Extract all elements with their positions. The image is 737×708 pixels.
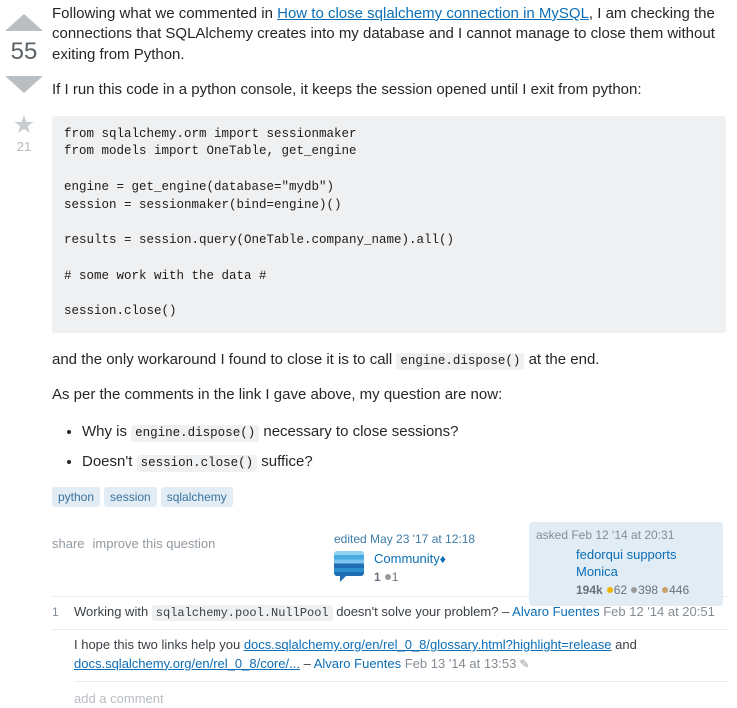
comment-link-core[interactable]: docs.sqlalchemy.org/en/rel_0_8/core/... xyxy=(74,656,300,671)
post-menu: share improve this question xyxy=(52,536,223,553)
editor-signature: edited May 23 '17 at 12:18 Community♦ 11 xyxy=(334,532,528,586)
gold-badge-dot-icon xyxy=(606,586,613,593)
question-post: 55 ★ 21 Following what we commented in H… xyxy=(0,0,737,708)
asker-silver-count: 398 xyxy=(638,582,659,597)
comment-row: I hope this two links help you docs.sqla… xyxy=(52,628,729,681)
inline-code-engine-dispose: engine.dispose() xyxy=(396,352,525,370)
tag-python[interactable]: python xyxy=(52,486,101,507)
paragraph-questions-lead: As per the comments in the link I gave a… xyxy=(52,386,503,404)
asker-reputation: 194k 62 398 446 xyxy=(576,583,716,599)
vote-column: 55 ★ 21 xyxy=(0,0,48,156)
post-footer: share improve this question edited May 23… xyxy=(52,521,726,606)
improve-question-button[interactable]: improve this question xyxy=(93,536,216,551)
share-button[interactable]: share xyxy=(52,536,85,551)
silver-badge-dot-icon xyxy=(631,586,638,593)
comment-timestamp: Feb 13 '14 at 13:53 xyxy=(401,655,517,671)
asker-rep-value: 194k xyxy=(576,582,603,597)
moderator-diamond-icon: ♦ xyxy=(439,552,446,567)
tag-sqlalchemy[interactable]: sqlalchemy xyxy=(160,486,233,507)
list-item: Why is engine.dispose() necessary to clo… xyxy=(82,421,726,443)
related-question-link[interactable]: How to close sqlalchemy connection in My… xyxy=(277,5,589,22)
tag-session[interactable]: session xyxy=(104,486,157,507)
comment-text-before: I hope this two links help you xyxy=(74,636,244,652)
comment-dash: – xyxy=(502,603,513,619)
workaround-text-after: at the end. xyxy=(524,350,600,368)
comment-text-after: doesn't solve your problem? xyxy=(332,603,503,619)
inline-code-session-close: session.close() xyxy=(136,455,258,473)
editor-rep-value: 1 xyxy=(374,570,381,585)
edited-timestamp: edited May 23 '17 at 12:18 xyxy=(334,531,476,546)
asker-username[interactable]: fedorqui supports Monica xyxy=(576,547,676,579)
editor-username[interactable]: Community xyxy=(374,551,440,566)
comment-author[interactable]: Alvaro Fuentes xyxy=(512,604,599,619)
bullet-text-before: Why is xyxy=(82,422,132,440)
editor-silver-count: 1 xyxy=(391,570,399,585)
bullet-text-after: suffice? xyxy=(257,453,313,471)
comment-link-glossary[interactable]: docs.sqlalchemy.org/en/rel_0_8/glossary.… xyxy=(244,637,612,652)
editor-badges: 1 xyxy=(381,570,399,585)
workaround-text-before: and the only workaround I found to close… xyxy=(52,350,397,368)
edit-pencil-icon[interactable]: ✎ xyxy=(519,657,529,671)
silver-badge-dot-icon xyxy=(384,574,391,581)
favorite-count: 21 xyxy=(16,139,32,155)
upvote-arrow-icon[interactable] xyxy=(5,14,43,31)
asked-timestamp: asked Feb 12 '14 at 20:31 xyxy=(536,527,675,542)
favorite-star-icon[interactable]: ★ xyxy=(0,113,48,138)
paragraph-workaround: and the only workaround I found to close… xyxy=(52,350,726,370)
bullet-text-before: Doesn't xyxy=(82,453,137,471)
intro-text-before-link: Following what we commented in xyxy=(52,5,278,22)
editor-user-card: Community♦ 11 xyxy=(334,551,528,585)
asker-user-card: fedorqui supports Monica 194k 62 398 446 xyxy=(536,547,716,598)
inline-code-nullpool: sqlalchemy.pool.NullPool xyxy=(151,604,333,621)
post-body: Following what we commented in How to cl… xyxy=(52,0,737,606)
comment-list: 1 Working with sqlalchemy.pool.NullPool … xyxy=(52,595,737,708)
comment-score xyxy=(52,636,74,674)
community-bubble-avatar-icon[interactable] xyxy=(334,551,366,583)
asker-badges: 62 398 446 xyxy=(603,583,689,597)
code-block: from sqlalchemy.orm import sessionmaker … xyxy=(52,115,726,333)
downvote-arrow-icon[interactable] xyxy=(5,76,43,94)
bullet-text-after: necessary to close sessions? xyxy=(259,422,459,440)
bronze-badge-dot-icon xyxy=(662,586,669,593)
tag-list: python session sqlalchemy xyxy=(52,486,726,507)
asker-gold-count: 62 xyxy=(613,582,628,597)
inline-code-engine-dispose: engine.dispose() xyxy=(131,424,260,442)
comment-body: I hope this two links help you docs.sqla… xyxy=(74,636,729,674)
asker-bronze-count: 446 xyxy=(669,582,690,597)
comment-dash: – xyxy=(303,655,314,671)
list-item: Doesn't session.close() suffice? xyxy=(82,451,726,473)
question-bullet-list: Why is engine.dispose() necessary to clo… xyxy=(52,421,726,473)
comment-text-before: Working with xyxy=(74,603,152,619)
editor-reputation: 11 xyxy=(374,570,446,586)
asker-signature: asked Feb 12 '14 at 20:31 fedorqui suppo… xyxy=(529,521,723,606)
add-comment-button[interactable]: add a comment xyxy=(74,680,729,708)
paragraph-intro: Following what we commented in How to cl… xyxy=(52,4,726,65)
comment-score: 1 xyxy=(52,604,59,619)
vote-count: 55 xyxy=(10,38,38,65)
comment-timestamp: Feb 12 '14 at 20:51 xyxy=(599,603,715,619)
comment-author[interactable]: Alvaro Fuentes xyxy=(314,656,401,671)
paragraph-console: If I run this code in a python console, … xyxy=(52,81,642,99)
comment-text-middle: and xyxy=(611,636,637,652)
